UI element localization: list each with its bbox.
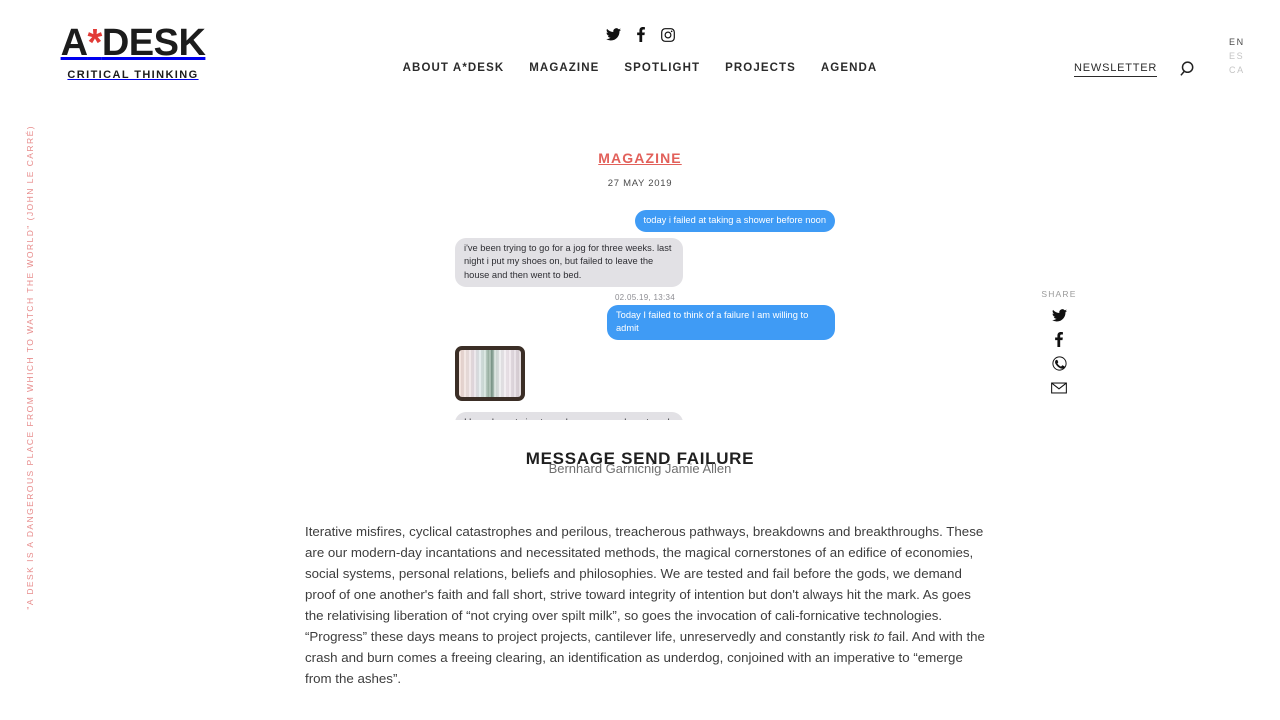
chat-row: I have been trying to work on a screen l… — [455, 412, 835, 420]
chat-photo-attachment — [455, 346, 525, 402]
article-section-kicker[interactable]: MAGAZINE — [0, 150, 1280, 166]
chat-timestamp: 02.05.19, 13:34 — [614, 292, 676, 302]
vertical-quote-text: "A DESK IS A DANGEROUS PLACE FROM WHICH … — [25, 125, 35, 610]
nav-item-magazine[interactable]: MAGAZINE — [529, 62, 599, 74]
nav-item-agenda[interactable]: AGENDA — [821, 62, 877, 74]
article-header: MAGAZINE 27 MAY 2019 — [0, 150, 1280, 189]
share-label: SHARE — [1041, 289, 1077, 299]
nav-item-projects[interactable]: PROJECTS — [725, 62, 796, 74]
chat-row: i've been trying to go for a jog for thr… — [455, 238, 835, 287]
chat-bubble-outgoing: today i failed at taking a shower before… — [634, 210, 835, 233]
search-icon[interactable] — [1180, 60, 1198, 78]
language-switcher: EN ES CA — [1229, 37, 1245, 75]
nav-item-spotlight[interactable]: SPOTLIGHT — [624, 62, 700, 74]
featured-chat-screenshot: today i failed at taking a shower before… — [455, 210, 835, 420]
newsletter-link[interactable]: NEWSLETTER — [1074, 62, 1158, 77]
twitter-icon[interactable] — [605, 28, 621, 41]
chat-row: Today I failed to think of a failure I a… — [455, 304, 835, 341]
article-byline: Bernhard Garnicnig Jamie Allen — [548, 461, 732, 476]
lang-es[interactable]: ES — [1229, 51, 1245, 61]
chat-row: today i failed at taking a shower before… — [455, 210, 835, 233]
vertical-quote-rail: "A DESK IS A DANGEROUS PLACE FROM WHICH … — [22, 125, 38, 610]
share-rail: SHARE — [1040, 289, 1078, 404]
body-text-italic: to — [873, 629, 885, 644]
chat-bubble-outgoing: Today I failed to think of a failure I a… — [607, 304, 835, 341]
lang-ca[interactable]: CA — [1229, 65, 1245, 75]
nav-item-about[interactable]: ABOUT A*DESK — [403, 62, 505, 74]
header-social-links — [0, 27, 1280, 42]
article-body: Iterative misfires, cyclical catastrophe… — [305, 521, 986, 689]
chat-bubble-incoming: i've been trying to go for a jog for thr… — [455, 238, 683, 287]
twitter-icon[interactable] — [1050, 308, 1068, 323]
body-text-part1: Iterative misfires, cyclical catastrophe… — [305, 524, 984, 644]
article-date: 27 MAY 2019 — [607, 178, 673, 189]
chat-bubble-incoming: I have been trying to work on a screen l… — [455, 412, 683, 420]
facebook-icon[interactable] — [1050, 332, 1068, 347]
email-icon[interactable] — [1050, 380, 1068, 395]
facebook-icon[interactable] — [636, 27, 645, 42]
lang-en[interactable]: EN — [1229, 37, 1245, 47]
instagram-icon[interactable] — [660, 27, 675, 42]
chat-row — [455, 346, 835, 406]
page-root: "A DESK IS A DANGEROUS PLACE FROM WHICH … — [0, 0, 1280, 720]
whatsapp-icon[interactable] — [1050, 356, 1068, 371]
